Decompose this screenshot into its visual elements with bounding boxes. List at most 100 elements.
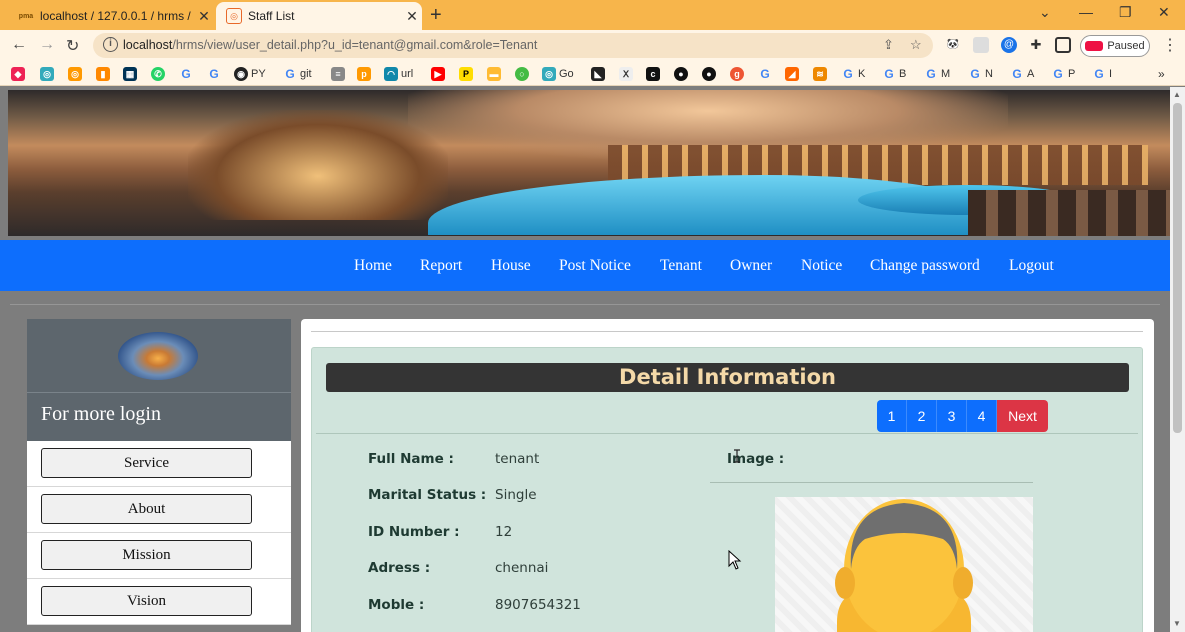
id-number-label: ID Number : xyxy=(368,524,460,540)
panda-extension-icon[interactable]: 🐼 xyxy=(945,37,961,53)
service-button[interactable]: Service xyxy=(41,448,252,478)
bookmark-item[interactable]: ● xyxy=(702,66,716,82)
bookmark-item[interactable]: p xyxy=(357,66,371,82)
bookmark-item[interactable]: ● xyxy=(674,66,688,82)
scroll-down-icon[interactable]: ▼ xyxy=(1173,619,1181,628)
bookmark-item[interactable]: c xyxy=(646,66,660,82)
mobile-value: 8907654321 xyxy=(495,597,581,613)
side-panel-icon[interactable] xyxy=(1055,37,1071,53)
nav-owner[interactable]: Owner xyxy=(730,257,772,275)
bookmark-item[interactable]: GP xyxy=(1051,66,1075,82)
screenshot-extension-icon[interactable] xyxy=(973,37,989,53)
bookmark-item[interactable]: ◎ Go xyxy=(542,66,574,82)
nav-report[interactable]: Report xyxy=(420,257,462,275)
next-button[interactable]: Next xyxy=(997,400,1048,432)
profile-paused-button[interactable]: Paused xyxy=(1080,35,1150,57)
bookmark-item[interactable]: G xyxy=(207,66,221,82)
tab-staff-list[interactable]: ◎ Staff List ✕ xyxy=(216,2,422,30)
bookmark-item[interactable]: ◣ xyxy=(591,66,605,82)
nav-logout[interactable]: Logout xyxy=(1009,257,1054,275)
new-tab-icon[interactable]: + xyxy=(430,4,442,27)
window-close-icon[interactable]: ✕ xyxy=(1158,4,1170,21)
nav-post-notice[interactable]: Post Notice xyxy=(559,257,631,275)
bookmark-icon: ◎ xyxy=(542,67,556,81)
bookmark-item[interactable]: GN xyxy=(968,66,993,82)
bookmark-item[interactable]: ▦ xyxy=(123,66,137,82)
close-icon[interactable]: ✕ xyxy=(402,8,422,25)
nav-home[interactable]: Home xyxy=(354,257,392,275)
bookmark-item[interactable]: ✆ xyxy=(151,66,165,82)
detail-title: Detail Information xyxy=(326,363,1129,392)
bookmark-label: A xyxy=(1027,68,1035,80)
bookmark-item[interactable]: g xyxy=(730,66,744,82)
mission-button[interactable]: Mission xyxy=(41,540,252,570)
nav-change-password[interactable]: Change password xyxy=(870,257,980,275)
page-2-button[interactable]: 2 xyxy=(907,400,937,432)
reload-icon[interactable]: ↻ xyxy=(66,36,79,56)
profile-status: Paused xyxy=(1107,40,1145,52)
bookmark-icon: g xyxy=(730,67,744,81)
bookmark-item[interactable]: ○ xyxy=(515,66,529,82)
list-item: Mission xyxy=(27,533,291,579)
bookmark-item[interactable]: Ⅹ xyxy=(619,66,633,82)
bookmark-item[interactable]: ◎ xyxy=(40,66,54,82)
bookmark-item[interactable]: GK xyxy=(841,66,865,82)
vision-button[interactable]: Vision xyxy=(41,586,252,616)
bookmark-item[interactable]: GB xyxy=(882,66,906,82)
nav-house[interactable]: House xyxy=(491,257,531,275)
bookmark-label: I xyxy=(1109,68,1113,80)
nav-notice[interactable]: Notice xyxy=(801,257,842,275)
folder-icon: ▬ xyxy=(487,67,501,81)
close-icon[interactable]: ✕ xyxy=(194,8,214,25)
bookmark-item[interactable]: ◎ xyxy=(68,66,82,82)
tab-phpmyadmin[interactable]: pma localhost / 127.0.0.1 / hrms / ten ✕ xyxy=(8,2,214,30)
page-scrollbar[interactable]: ▲ ▼ xyxy=(1170,87,1185,632)
bookmark-item[interactable]: ◆ xyxy=(11,66,25,82)
bookmark-star-icon[interactable]: ☆ xyxy=(910,37,922,53)
bookmark-item[interactable]: ▮ xyxy=(96,66,110,82)
site-info-icon[interactable]: i xyxy=(103,37,118,52)
page-3-button[interactable]: 3 xyxy=(937,400,967,432)
sidebar-header: For more login xyxy=(27,319,291,441)
share-icon[interactable]: ⇪ xyxy=(883,37,894,53)
bookmark-label: N xyxy=(985,68,993,80)
github-icon: ◉ xyxy=(234,67,248,81)
scrollbar-thumb[interactable] xyxy=(1173,103,1182,433)
minimize-icon[interactable]: — xyxy=(1079,4,1093,20)
tab-search-icon[interactable]: ⌄ xyxy=(1039,4,1051,21)
bookmark-item[interactable]: G xyxy=(179,66,193,82)
bookmark-item[interactable]: ◉ PY xyxy=(234,66,266,82)
bookmark-icon: ○ xyxy=(515,67,529,81)
bookmark-item[interactable]: GM xyxy=(924,66,950,82)
page-4-button[interactable]: 4 xyxy=(967,400,997,432)
address-bar[interactable]: i localhost/hrms/view/user_detail.php?u_… xyxy=(93,33,933,58)
bookmark-item[interactable]: G xyxy=(758,66,772,82)
bookmark-item[interactable]: ≡ xyxy=(331,66,345,82)
bookmark-item[interactable]: ≋ xyxy=(813,66,827,82)
url-text[interactable]: localhost/hrms/view/user_detail.php?u_id… xyxy=(123,38,537,52)
back-icon[interactable]: ← xyxy=(11,36,27,54)
bookmark-item[interactable]: Ggit xyxy=(283,66,311,82)
extensions-puzzle-icon[interactable]: ✚ xyxy=(1028,37,1044,53)
bookmark-item[interactable]: ▶ xyxy=(431,66,445,82)
profile-image xyxy=(775,497,1033,632)
bookmark-label: K xyxy=(858,68,866,80)
about-button[interactable]: About xyxy=(41,494,252,524)
forward-icon[interactable]: → xyxy=(39,36,55,54)
bookmark-item[interactable]: GI xyxy=(1092,66,1112,82)
scroll-up-icon[interactable]: ▲ xyxy=(1173,90,1181,99)
list-item: Service xyxy=(27,441,291,487)
bookmark-item[interactable]: ◠ url xyxy=(384,66,413,82)
page-viewport: Home Report House Post Notice Tenant Own… xyxy=(0,87,1170,632)
more-bookmarks-icon[interactable]: » xyxy=(1158,66,1165,82)
bookmark-item[interactable]: ▬ xyxy=(487,66,501,82)
restore-icon[interactable]: ❐ xyxy=(1119,4,1132,21)
bookmark-item[interactable]: GA xyxy=(1010,66,1034,82)
pagination: 1 2 3 4 Next xyxy=(877,400,1048,432)
browser-menu-icon[interactable]: ⋮ xyxy=(1162,35,1178,55)
nav-tenant[interactable]: Tenant xyxy=(660,257,702,275)
grammar-extension-icon[interactable]: @ xyxy=(1001,37,1017,53)
bookmark-item[interactable]: ◢ xyxy=(785,66,799,82)
bookmark-item[interactable]: P xyxy=(459,66,473,82)
page-1-button[interactable]: 1 xyxy=(877,400,907,432)
